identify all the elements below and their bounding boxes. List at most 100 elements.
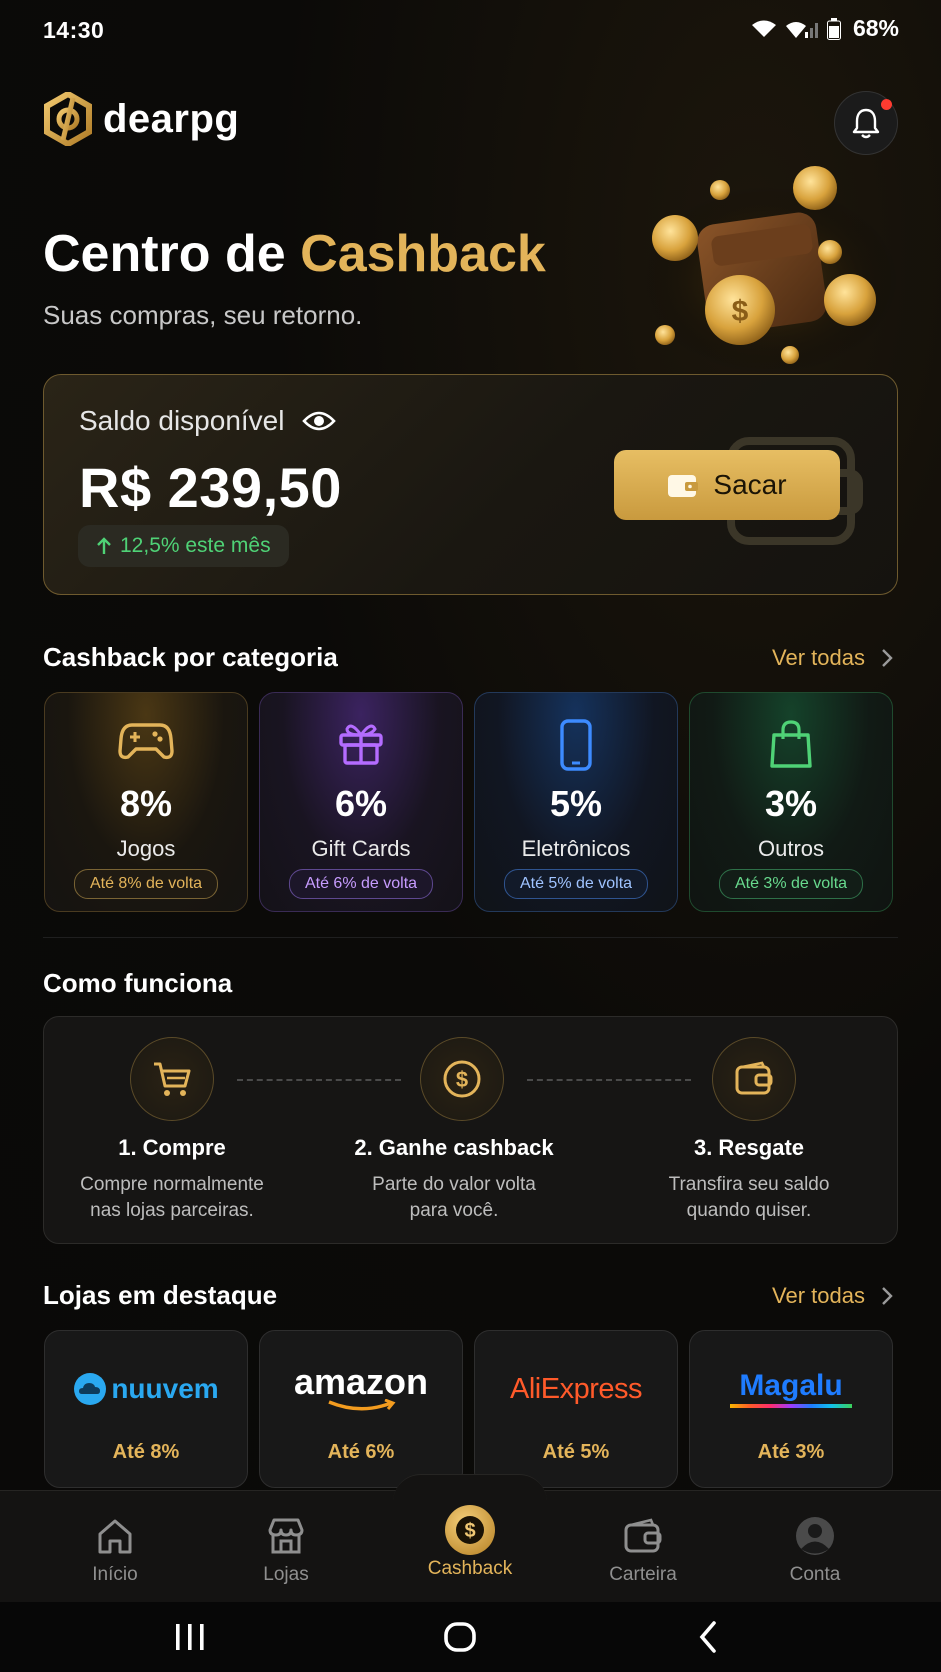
store-rate: Até 5% — [542, 1441, 610, 1463]
store-card-aliexpress[interactable]: AliExpress Até 5% — [474, 1330, 678, 1488]
nav-item-conta[interactable]: Conta — [735, 1490, 895, 1602]
step-2-desc-line: Parte do valor volta — [372, 1174, 536, 1195]
dollar-coin-icon: $ — [443, 1060, 481, 1098]
nav-item-lojas[interactable]: Lojas — [206, 1490, 366, 1602]
wallet-icon — [624, 1518, 662, 1553]
stores-title: Lojas em destaque — [43, 1280, 278, 1310]
gamepad-icon — [118, 723, 174, 760]
withdraw-button[interactable]: Sacar — [614, 450, 840, 520]
store-logo-text: Magalu — [739, 1368, 843, 1402]
step-2-title: 2. Ganhe cashback — [354, 1135, 554, 1160]
back-icon[interactable] — [697, 1620, 719, 1654]
system-nav-bar — [0, 1602, 941, 1672]
step-connector — [237, 1079, 401, 1081]
step-connector — [527, 1079, 691, 1081]
category-card-eletronicos[interactable]: 5% Eletrônicos Até 5% de volta — [474, 692, 678, 912]
category-name: Jogos — [116, 836, 176, 861]
amazon-smile-icon — [328, 1399, 396, 1411]
category-list: 8% Jogos Até 8% de volta 6% Gift Cards A… — [44, 692, 893, 912]
nav-label: Lojas — [263, 1564, 309, 1585]
status-icons: 68% — [751, 15, 899, 42]
nav-label: Cashback — [427, 1558, 513, 1579]
stores-see-all-link[interactable]: Ver todas — [772, 1283, 893, 1309]
category-card-outros[interactable]: 3% Outros Até 3% de volta — [689, 692, 893, 912]
store-icon — [268, 1518, 304, 1554]
recent-apps-icon[interactable] — [173, 1622, 207, 1652]
category-name: Eletrônicos — [521, 836, 631, 861]
chevron-right-icon — [882, 1287, 893, 1305]
gift-icon — [339, 724, 383, 765]
cart-icon — [154, 1062, 191, 1096]
store-logo-text: AliExpress — [510, 1372, 643, 1405]
step-1-title: 1. Compre — [118, 1135, 226, 1160]
step-3-desc-line: quando quiser. — [686, 1200, 812, 1221]
step-3-description: Transfira seu saldo quando quiser. — [609, 1172, 889, 1224]
dearpg-logo-icon — [44, 92, 92, 146]
wifi-icon — [751, 20, 776, 37]
title-highlight: Cashback — [300, 225, 546, 283]
nuuvem-logo: nuuvem — [45, 1361, 247, 1417]
category-percent: 5% — [549, 783, 603, 824]
battery-percent: 68% — [852, 15, 899, 41]
store-card-amazon[interactable]: amazon Até 6% — [259, 1330, 463, 1488]
title-prefix: Centro de — [43, 225, 301, 283]
cashback-coin-icon: $ — [445, 1505, 495, 1555]
notifications-button[interactable] — [834, 91, 898, 155]
category-card-gift-cards[interactable]: 6% Gift Cards Até 6% de volta — [259, 692, 463, 912]
smartphone-icon — [560, 719, 592, 771]
chevron-right-icon — [882, 649, 893, 667]
category-percent: 6% — [334, 783, 388, 824]
see-all-label: Ver todas — [772, 1283, 865, 1308]
category-badge: Até 3% de volta — [718, 869, 864, 899]
status-bar: 14:30 68% — [0, 0, 941, 62]
balance-amount: R$ 239,50 — [79, 456, 342, 519]
balance-label: Saldo disponível — [79, 405, 285, 436]
nav-item-carteira[interactable]: Carteira — [563, 1490, 723, 1602]
balance-growth-text: 12,5% este mês — [120, 534, 271, 557]
step-3-title: 3. Resgate — [693, 1135, 805, 1160]
nav-label: Início — [92, 1564, 138, 1585]
categories-see-all-link[interactable]: Ver todas — [772, 645, 893, 671]
category-card-jogos[interactable]: 8% Jogos Até 8% de volta — [44, 692, 248, 912]
wifi-signal-icon — [785, 21, 818, 38]
step-1-desc-line: nas lojas parceiras. — [90, 1200, 254, 1221]
see-all-label: Ver todas — [772, 645, 865, 670]
store-logo-text: amazon — [293, 1361, 429, 1402]
brand-logo[interactable]: dearpg — [43, 92, 239, 146]
step-2-desc-line: para você. — [409, 1200, 499, 1221]
battery-icon — [826, 17, 841, 40]
page-subtitle: Suas compras, seu retorno. — [43, 300, 363, 330]
step-1-description: Compre normalmente nas lojas parceiras. — [32, 1172, 312, 1224]
magalu-logo: Magalu — [690, 1361, 892, 1417]
category-badge: Até 6% de volta — [288, 869, 434, 899]
notification-badge — [881, 99, 892, 110]
nav-label: Conta — [789, 1564, 841, 1585]
how-it-works-card: $ 1. Compre Compre normalmente nas lojas… — [43, 1016, 898, 1244]
store-card-magalu[interactable]: Magalu Até 3% — [689, 1330, 893, 1488]
step-2-icon-circle: $ — [420, 1037, 504, 1121]
step-1-desc-line: Compre normalmente — [80, 1174, 264, 1195]
brand-name: dearpg — [103, 96, 240, 141]
nuuvem-cloud-icon — [74, 1373, 107, 1405]
store-card-nuuvem[interactable]: nuuvem Até 8% — [44, 1330, 248, 1488]
categories-title: Cashback por categoria — [43, 642, 338, 672]
balance-card: Saldo disponível R$ 239,50 12,5% este mê… — [43, 374, 898, 595]
category-percent: 8% — [119, 783, 173, 824]
home-icon — [98, 1519, 132, 1554]
app-screen: 14:30 68% dearpg Centro de Cashback Suas… — [0, 0, 941, 1672]
store-list: nuuvem Até 8% amazon Até 6% AliExpress A… — [44, 1330, 893, 1488]
category-name: Gift Cards — [311, 836, 411, 861]
wallet-icon — [668, 475, 699, 497]
category-percent: 3% — [764, 783, 818, 824]
arrow-up-icon — [97, 537, 111, 554]
nav-item-inicio[interactable]: Início — [35, 1490, 195, 1602]
wallet-icon — [735, 1061, 773, 1095]
section-divider — [43, 937, 898, 938]
home-button-icon[interactable] — [443, 1621, 477, 1653]
step-3-icon-circle — [712, 1037, 796, 1121]
eye-icon[interactable] — [302, 409, 337, 433]
balance-label-row: Saldo disponível — [79, 405, 337, 437]
amazon-logo: amazon — [260, 1361, 462, 1417]
nav-item-cashback[interactable]: $ Cashback — [390, 1490, 550, 1602]
nav-label: Carteira — [609, 1564, 677, 1585]
